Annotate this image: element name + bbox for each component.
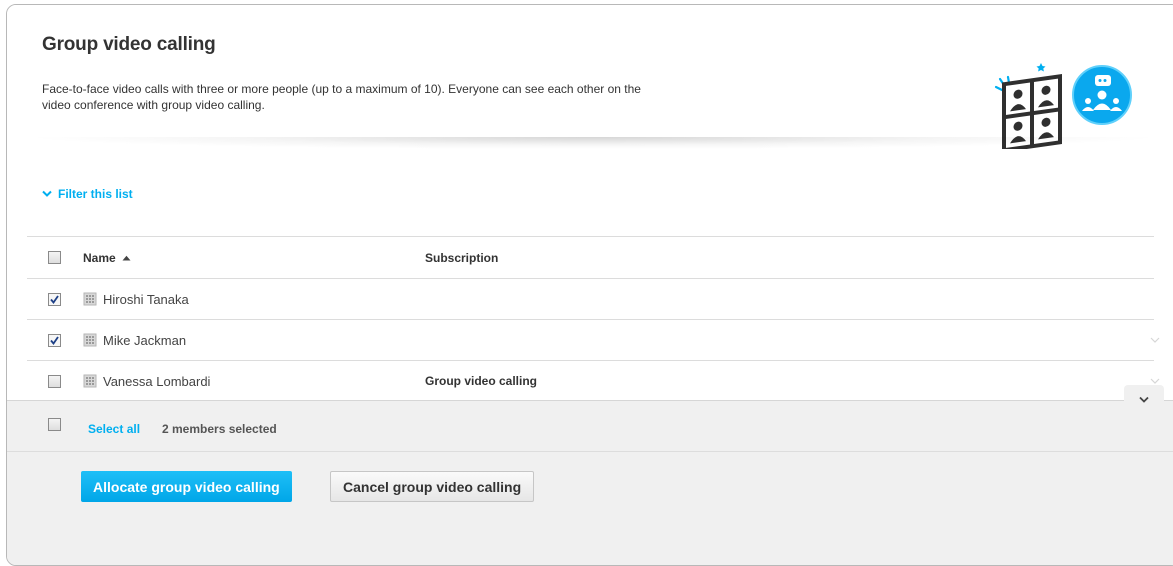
table-header-row: Name Subscription	[27, 236, 1154, 278]
filter-toggle[interactable]: Filter this list	[42, 187, 133, 201]
allocate-button[interactable]: Allocate group video calling	[81, 471, 292, 502]
building-icon	[83, 333, 97, 347]
member-name: Mike Jackman	[103, 332, 187, 348]
checkmark-icon	[50, 294, 59, 304]
cancel-button[interactable]: Cancel group video calling	[330, 471, 535, 502]
member-name-cell: Mike Jackman	[83, 333, 186, 348]
app-panel: Group video calling Face-to-face video c…	[6, 4, 1173, 566]
select-all-header-checkbox[interactable]	[48, 251, 61, 264]
building-icon	[83, 292, 97, 306]
member-name-cell: Hiroshi Tanaka	[83, 292, 189, 307]
selection-action-bar: Select all 2 members selected Allocate g…	[7, 385, 1173, 565]
name-column-header[interactable]: Name	[83, 251, 131, 265]
member-subscription: Group video calling	[425, 374, 538, 388]
row-checkbox[interactable]	[48, 292, 61, 306]
table-row[interactable]: Hiroshi Tanaka	[27, 278, 1154, 319]
members-table: Name Subscription Hiroshi Tanaka Mike Ja…	[27, 236, 1160, 401]
hero-divider-shadow	[37, 137, 1150, 149]
select-all-checkbox[interactable]	[48, 418, 61, 431]
member-name: Hiroshi Tanaka	[103, 291, 189, 307]
selected-count: 2 members selected	[162, 422, 277, 436]
sort-ascending-icon	[122, 255, 131, 260]
member-name: Vanessa Lombardi	[103, 373, 211, 389]
subscription-column-header: Subscription	[425, 250, 499, 265]
checkmark-icon	[50, 335, 59, 345]
select-all-link[interactable]: Select all	[88, 422, 140, 436]
group-video-call-icon	[994, 63, 1132, 149]
chevron-down-icon[interactable]	[1150, 337, 1160, 343]
filter-label: Filter this list	[58, 187, 133, 201]
chevron-down-icon[interactable]	[1150, 378, 1160, 384]
page-title: Group video calling	[42, 34, 216, 55]
page-description: Face-to-face video calls with three or m…	[42, 82, 641, 112]
building-icon	[83, 374, 97, 388]
collapse-toggle[interactable]	[1124, 385, 1164, 413]
row-checkbox[interactable]	[48, 333, 61, 347]
chevron-down-icon	[1139, 396, 1149, 403]
table-row[interactable]: Vanessa Lombardi Group video calling	[27, 360, 1160, 401]
hero-section: Group video calling Face-to-face video c…	[7, 5, 1173, 149]
member-name-cell: Vanessa Lombardi	[83, 374, 210, 389]
row-checkbox[interactable]	[48, 374, 61, 388]
footer-divider	[7, 451, 1173, 452]
table-row[interactable]: Mike Jackman	[27, 319, 1160, 360]
name-column-label: Name	[83, 250, 116, 265]
chevron-down-icon	[42, 190, 52, 197]
